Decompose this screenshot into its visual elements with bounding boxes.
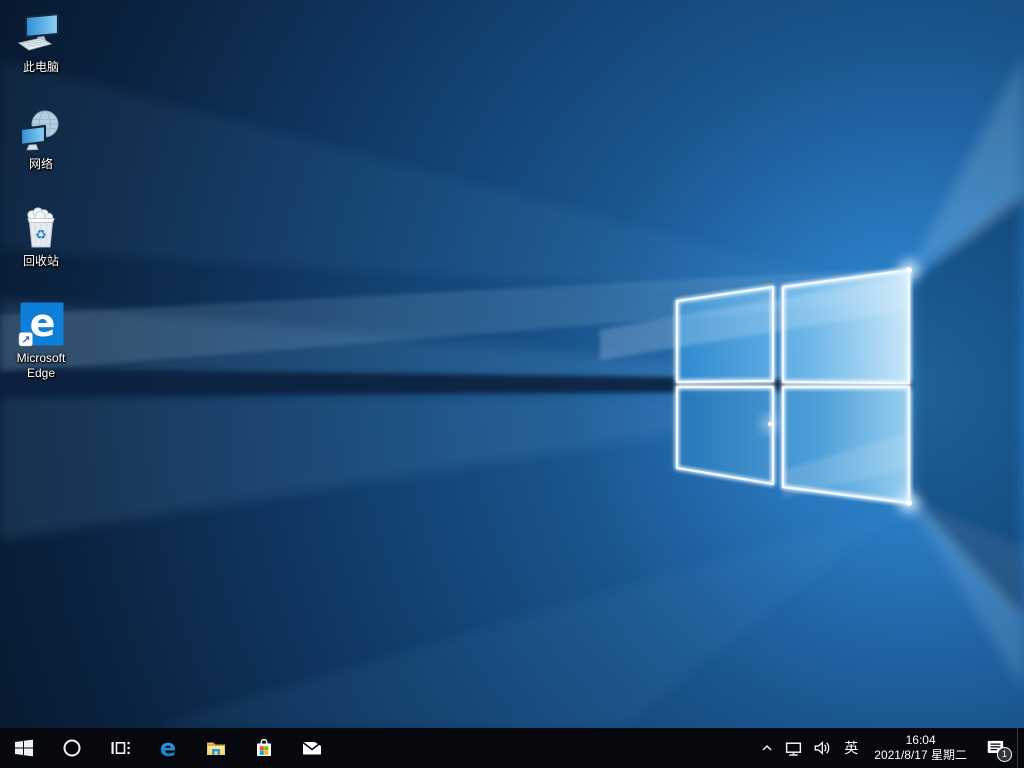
microsoft-edge-icon: e ↗ (18, 301, 64, 347)
windows-desktop: 此电脑 网络 ♻ 回收站 e ↗ Microsoft Edge e 英 16:0… (0, 0, 1024, 768)
input-method-indicator[interactable]: 英 (836, 728, 866, 768)
edge-taskbar-button[interactable]: e (144, 728, 192, 768)
hidden-icons-button[interactable] (755, 728, 779, 768)
clock[interactable]: 16:04 2021/8/17 星期二 (866, 728, 975, 768)
taskbar: e 英 16:04 2021/8/17 星期二 1 (0, 728, 1024, 768)
edge-e-icon: e (160, 736, 176, 760)
system-tray: 英 16:04 2021/8/17 星期二 1 (755, 728, 1024, 768)
task-view-button[interactable] (96, 728, 144, 768)
action-center-button[interactable]: 1 (975, 728, 1017, 768)
this-pc-icon (17, 12, 60, 51)
recycle-glyph: ♻ (35, 228, 47, 243)
network-icon (19, 110, 59, 151)
search-circle-icon (63, 739, 81, 757)
desktop-icon-label: 此电脑 (22, 60, 59, 74)
speaker-icon (814, 741, 830, 755)
shortcut-arrow-icon: ↗ (21, 334, 30, 347)
start-button[interactable] (0, 728, 48, 768)
desktop-icon-recycle-bin[interactable]: ♻ 回收站 (2, 200, 80, 297)
desktop-icon-label: Microsoft Edge (16, 351, 66, 380)
svg-text:e: e (160, 736, 176, 760)
file-explorer-button[interactable] (192, 728, 240, 768)
desktop-icon-label: 网络 (28, 157, 53, 171)
envelope-icon (302, 741, 322, 755)
desktop-area[interactable]: 此电脑 网络 ♻ 回收站 e ↗ Microsoft Edge (0, 0, 1024, 728)
notification-badge: 1 (997, 747, 1012, 762)
volume-tray-button[interactable] (808, 728, 836, 768)
cortana-search-button[interactable] (48, 728, 96, 768)
desktop-icon-microsoft-edge[interactable]: e ↗ Microsoft Edge (2, 297, 80, 394)
clock-time: 16:04 (905, 733, 936, 747)
store-bag-icon (257, 738, 271, 756)
network-tray-button[interactable] (779, 728, 808, 768)
network-ethernet-icon (786, 741, 802, 756)
task-view-icon (111, 742, 130, 754)
show-desktop-button[interactable] (1017, 728, 1024, 768)
windows-hero-wallpaper (0, 0, 1024, 728)
desktop-icon-label: 回收站 (22, 254, 59, 268)
desktop-icon-this-pc[interactable]: 此电脑 (2, 6, 80, 103)
folder-icon (207, 742, 225, 755)
mail-button[interactable] (288, 728, 336, 768)
clock-date: 2021/8/17 星期二 (874, 748, 967, 762)
windows-logo-icon (15, 739, 33, 757)
edge-e-glyph: e (30, 301, 56, 345)
desktop-icon-network[interactable]: 网络 (2, 103, 80, 200)
recycle-bin-icon: ♻ (27, 207, 55, 248)
desktop-icon-list: 此电脑 网络 ♻ 回收站 e ↗ Microsoft Edge (2, 6, 80, 394)
microsoft-store-button[interactable] (240, 728, 288, 768)
chevron-up-icon (762, 744, 772, 751)
